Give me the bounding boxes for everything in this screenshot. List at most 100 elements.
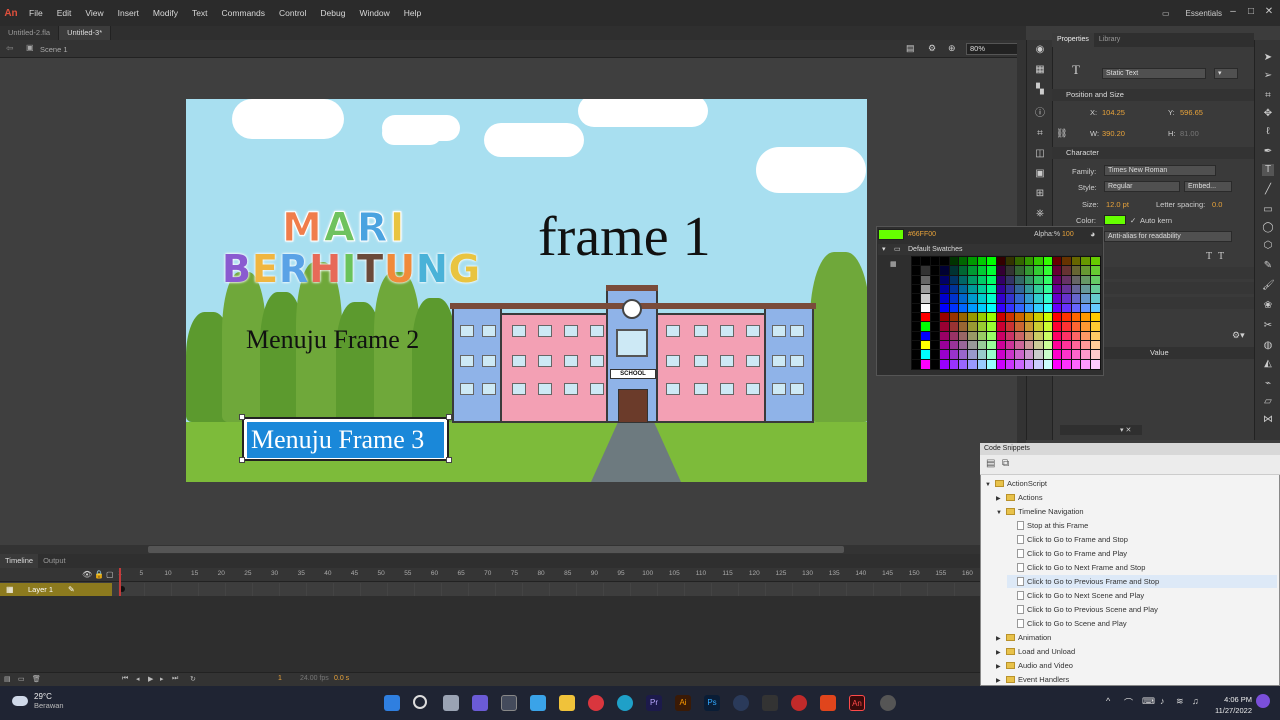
weather-widget[interactable]: 29°C Berawan (34, 692, 64, 710)
color-swatch[interactable] (929, 339, 942, 352)
color-swatch[interactable] (1014, 321, 1026, 333)
color-swatch[interactable] (1051, 302, 1064, 315)
color-swatch[interactable] (1070, 311, 1083, 324)
menu-modify[interactable]: Modify (146, 8, 185, 18)
color-swatch[interactable] (1070, 330, 1083, 343)
color-swatch[interactable] (1089, 293, 1102, 305)
timeline-ruler[interactable]: 👁 🔒 ▢ 1510152025303540455055606570758085… (0, 568, 980, 582)
color-swatch[interactable] (967, 330, 979, 343)
color-swatch[interactable] (1042, 311, 1055, 324)
color-swatch[interactable] (1061, 274, 1073, 287)
color-swatch[interactable] (1023, 321, 1036, 333)
color-swatch[interactable] (1023, 302, 1036, 315)
color-swatch[interactable] (1014, 358, 1026, 371)
eyedropper-icon[interactable]: ⌁ (1262, 378, 1274, 390)
add-to-frame-icon[interactable]: ▤ (986, 458, 995, 469)
color-swatch[interactable] (948, 302, 961, 315)
color-swatch[interactable] (1004, 311, 1017, 324)
color-swatch[interactable] (957, 265, 970, 277)
color-swatch[interactable] (1023, 330, 1036, 343)
gear-icon[interactable]: ⚙▾ (1232, 330, 1245, 341)
color-swatch[interactable] (957, 302, 970, 315)
color-swatch[interactable] (976, 349, 989, 361)
color-swatch[interactable] (986, 302, 998, 315)
color-swatch[interactable] (1070, 283, 1083, 296)
color-swatch[interactable] (1080, 283, 1092, 296)
color-swatch[interactable] (910, 293, 923, 305)
color-swatch[interactable] (1061, 330, 1073, 343)
next-frame-icon[interactable]: ▸ (160, 675, 164, 683)
color-swatch[interactable] (1004, 293, 1017, 305)
color-swatch[interactable] (995, 330, 1008, 343)
link-icon[interactable]: ⛓ (1056, 128, 1067, 139)
color-swatch[interactable] (1070, 302, 1083, 315)
components-icon[interactable]: ⊞ (1034, 188, 1046, 200)
prev-frame-icon[interactable]: ◂ (136, 675, 140, 683)
snippet-item[interactable]: Click to Go to Frame and Play (1007, 547, 1277, 560)
color-swatch[interactable] (929, 283, 942, 296)
animate-icon[interactable]: An (849, 695, 865, 711)
alpha-value[interactable]: 100 (1062, 231, 1074, 238)
color-swatch[interactable] (1004, 349, 1017, 361)
steam-icon[interactable] (733, 695, 749, 711)
color-swatch[interactable] (995, 339, 1008, 352)
color-swatch[interactable] (939, 339, 951, 352)
snippet-item[interactable]: Click to Go to Previous Scene and Play (1007, 603, 1277, 616)
frame-label-text[interactable]: frame 1 (538, 205, 711, 269)
color-swatch[interactable] (986, 293, 998, 305)
color-swatch[interactable] (1042, 321, 1055, 333)
lock-icon[interactable]: 🔒 (94, 570, 104, 579)
chat-icon[interactable] (472, 695, 488, 711)
minimize-icon[interactable]: – (1226, 6, 1240, 18)
tab-properties[interactable]: Properties (1052, 33, 1094, 47)
chevron-down-icon[interactable]: ▼ (996, 507, 1006, 520)
color-swatch[interactable] (1089, 321, 1102, 333)
mail-icon[interactable] (530, 695, 546, 711)
properties-icon[interactable]: ◉ (1034, 44, 1046, 56)
color-swatch[interactable] (1033, 321, 1045, 333)
color-swatch[interactable] (1004, 274, 1017, 287)
color-swatch[interactable] (910, 358, 923, 371)
search-icon[interactable] (413, 695, 427, 709)
notification-icon[interactable] (1256, 694, 1270, 708)
color-swatch[interactable] (986, 265, 998, 277)
color-swatch[interactable] (1051, 321, 1064, 333)
color-swatch[interactable] (986, 311, 998, 324)
color-swatch[interactable] (1089, 302, 1102, 315)
color-swatch[interactable] (1080, 321, 1092, 333)
color-swatch[interactable] (948, 255, 961, 268)
line-tool-icon[interactable]: ╱ (1262, 184, 1274, 196)
color-swatch[interactable] (1014, 302, 1026, 315)
file-explorer-icon[interactable] (559, 695, 575, 711)
color-swatch[interactable] (1014, 265, 1026, 277)
color-swatch[interactable] (948, 358, 961, 371)
color-swatch[interactable] (1004, 302, 1017, 315)
oval-tool-icon[interactable]: ◯ (1262, 222, 1274, 234)
settings-icon[interactable] (880, 695, 896, 711)
color-swatch[interactable] (1023, 255, 1036, 268)
outline-icon[interactable]: ▢ (106, 570, 114, 579)
color-swatch[interactable] (976, 330, 989, 343)
color-swatch[interactable] (967, 358, 979, 371)
color-swatch[interactable] (976, 274, 989, 287)
selected-text[interactable]: Menuju Frame 3 (247, 422, 444, 458)
back-arrow-icon[interactable]: ⇦ (6, 43, 14, 54)
color-swatch[interactable] (1051, 339, 1064, 352)
premiere-icon[interactable]: Pr (646, 695, 662, 711)
color-swatch[interactable] (995, 311, 1008, 324)
hex-value-input[interactable]: #66FF00 (908, 231, 936, 238)
stage-canvas[interactable]: SCHOOL MARI BERHITUNG frame 1 Menuju Fra… (186, 99, 867, 482)
color-swatch[interactable] (920, 255, 932, 268)
pen-tool-icon[interactable]: ✒ (1262, 146, 1274, 158)
color-swatch[interactable] (1033, 293, 1045, 305)
color-swatch[interactable] (1089, 255, 1102, 268)
color-swatch[interactable] (986, 255, 998, 268)
color-swatch[interactable] (1061, 339, 1073, 352)
snippet-item[interactable]: Stop at this Frame (1007, 519, 1277, 532)
3d-rotation-icon[interactable]: ✥ (1262, 108, 1274, 120)
color-swatch[interactable] (1042, 265, 1055, 277)
menu-window[interactable]: Window (352, 8, 396, 18)
color-swatch[interactable] (1089, 283, 1102, 296)
subscript-icon[interactable]: T (1218, 251, 1224, 262)
color-swatch[interactable] (939, 274, 951, 287)
